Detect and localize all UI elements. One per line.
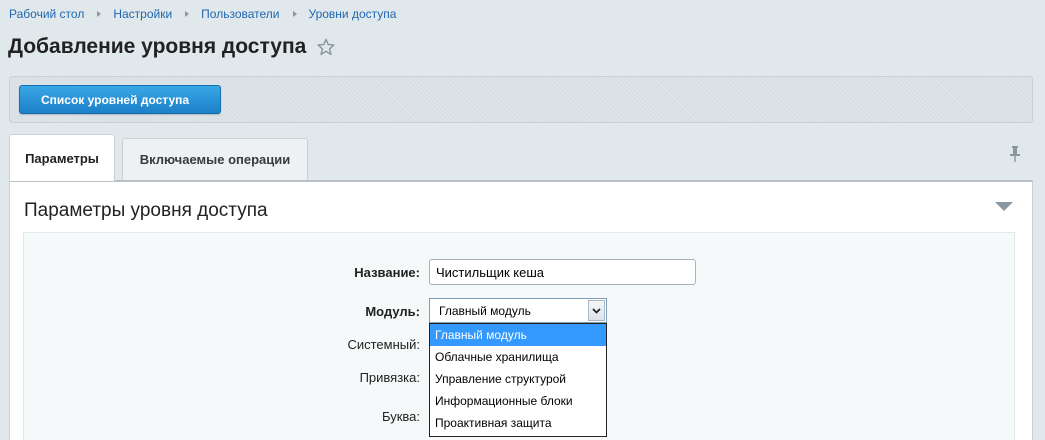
- module-select-value: Главный модуль: [439, 303, 531, 318]
- breadcrumb-settings[interactable]: Настройки: [113, 7, 172, 21]
- module-option[interactable]: Проактивная защита: [430, 412, 606, 434]
- parameters-panel: Параметры уровня доступа Название: Чисти…: [9, 180, 1033, 440]
- breadcrumb-separator-icon: [292, 11, 297, 17]
- pin-icon[interactable]: [1008, 145, 1022, 163]
- breadcrumb-access-levels[interactable]: Уровни доступа: [309, 7, 397, 21]
- breadcrumb-separator-icon: [185, 11, 190, 17]
- name-input[interactable]: Чистильщик кеша: [429, 259, 696, 285]
- tab-included-operations[interactable]: Включаемые операции: [122, 138, 308, 180]
- system-label: Системный:: [347, 337, 420, 352]
- breadcrumb-separator-icon: [97, 11, 102, 17]
- binding-label: Привязка:: [359, 370, 420, 385]
- module-option[interactable]: Облачные хранилища: [430, 346, 606, 368]
- breadcrumb: Рабочий стол Настройки Пользователи Уров…: [9, 7, 396, 21]
- name-label: Название:: [354, 265, 420, 280]
- module-select[interactable]: Главный модуль: [429, 298, 607, 323]
- toolbar: Список уровней доступа: [9, 76, 1033, 123]
- module-label: Модуль:: [365, 304, 420, 319]
- module-option[interactable]: Главный модуль: [430, 324, 606, 346]
- access-levels-list-button[interactable]: Список уровней доступа: [19, 85, 221, 114]
- breadcrumb-users[interactable]: Пользователи: [201, 7, 279, 21]
- module-option[interactable]: Управление структурой: [430, 368, 606, 390]
- tab-parameters[interactable]: Параметры: [9, 134, 115, 181]
- page-title: Добавление уровня доступа: [8, 35, 307, 58]
- section-title: Параметры уровня доступа: [24, 200, 268, 221]
- breadcrumb-desktop[interactable]: Рабочий стол: [9, 7, 84, 21]
- form-area: Название: Чистильщик кеша Модуль: Главны…: [23, 232, 1015, 440]
- module-dropdown: Главный модуль Облачные хранилища Управл…: [429, 323, 607, 437]
- letter-label: Буква:: [381, 409, 420, 424]
- chevron-down-icon[interactable]: [588, 300, 605, 321]
- module-option[interactable]: Информационные блоки: [430, 390, 606, 412]
- collapse-triangle-icon[interactable]: [995, 202, 1013, 212]
- page-header: Добавление уровня доступа: [8, 35, 335, 59]
- star-icon[interactable]: [317, 38, 335, 56]
